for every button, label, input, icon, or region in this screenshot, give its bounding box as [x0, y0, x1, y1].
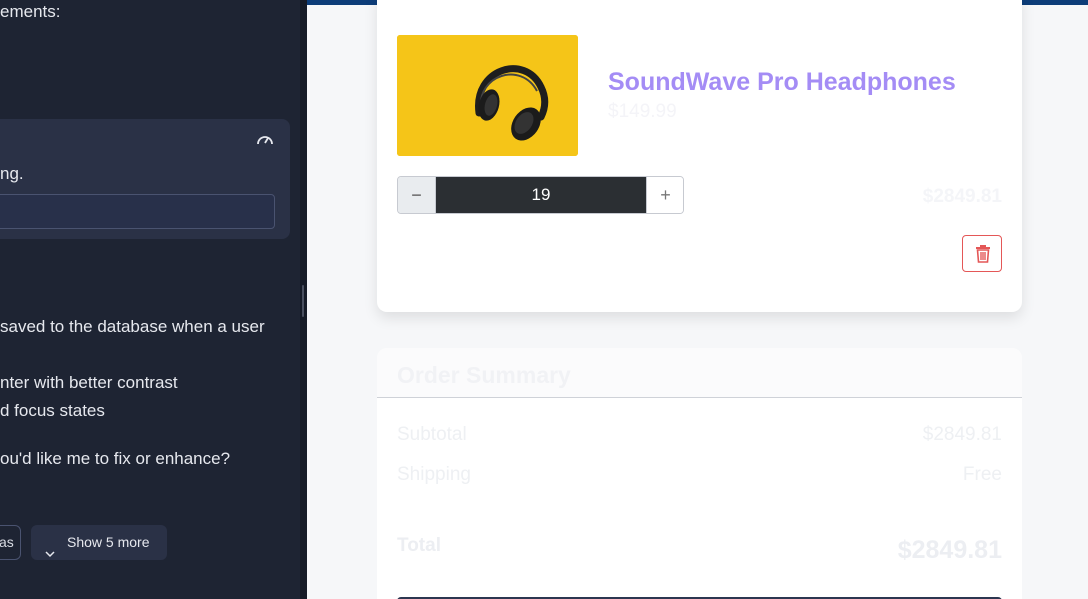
shipping-value: Free — [962, 464, 1002, 485]
chat-line-2: nter with better contrast — [0, 373, 178, 392]
remove-item-button[interactable] — [962, 235, 1002, 272]
chevron-down-icon — [45, 537, 55, 558]
show-more-button[interactable]: Show 5 more — [31, 525, 167, 560]
order-summary-header: Order Summary — [377, 348, 1022, 398]
chat-card-input[interactable] — [0, 194, 275, 229]
resize-handle[interactable] — [302, 285, 304, 317]
suggestion-chip[interactable]: as — [0, 525, 21, 560]
cart-app: SoundWave Pro Headphones $149.99 − 19 + … — [307, 0, 1088, 599]
shipping-label: Shipping — [397, 464, 471, 485]
panel-divider[interactable] — [300, 0, 307, 599]
chat-line-4: ou'd like me to fix or enhance? — [0, 449, 231, 468]
chat-panel: ements: ng. saved to the database when a… — [0, 0, 300, 599]
increment-button[interactable]: + — [646, 177, 683, 213]
order-summary-title: Order Summary — [397, 362, 571, 388]
shipping-row: Shipping Free — [397, 464, 1002, 486]
product-name: SoundWave Pro Headphones — [608, 68, 956, 96]
chat-line-3: d focus states — [0, 401, 105, 420]
quantity-stepper: − 19 + — [397, 176, 684, 214]
subtotal-value: $2849.81 — [922, 424, 1002, 445]
chat-message-heading: ements: — [0, 2, 61, 21]
line-total: $2849.81 — [922, 186, 1002, 207]
product-unit-price: $149.99 — [608, 101, 677, 122]
decrement-button[interactable]: − — [398, 177, 436, 213]
subtotal-label: Subtotal — [397, 424, 467, 445]
quantity-input[interactable]: 19 — [436, 177, 646, 213]
show-more-label: Show 5 more — [67, 534, 150, 550]
total-value: $2849.81 — [897, 536, 1002, 564]
subtotal-row: Subtotal $2849.81 — [397, 424, 1002, 446]
chat-card-text: ng. — [0, 164, 24, 183]
cart-item-card: SoundWave Pro Headphones $149.99 − 19 + … — [377, 0, 1022, 312]
order-summary-card: Order Summary Subtotal $2849.81 Shipping… — [377, 348, 1022, 599]
total-row: Total $2849.81 — [397, 535, 1002, 564]
headphones-image — [397, 35, 578, 156]
total-label: Total — [397, 535, 441, 556]
chat-line-1: saved to the database when a user — [0, 317, 265, 336]
gauge-icon[interactable] — [256, 132, 274, 146]
